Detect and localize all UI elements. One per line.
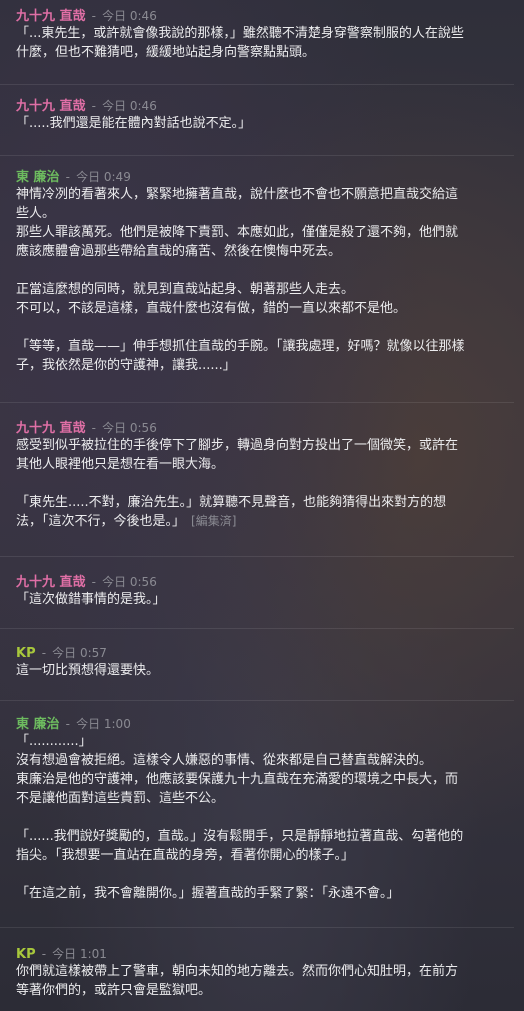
message-line: 那些人罪該萬死。他們是被降下責罰、本應如此，僅僅是殺了還不夠，他們就 [16, 225, 459, 240]
separator: - [65, 170, 70, 184]
author-name[interactable]: KP [16, 947, 36, 962]
author-name[interactable]: 九十九 直哉 [16, 9, 86, 24]
timestamp: 今日 1:00 [76, 717, 131, 731]
message-header: 東 廉治 - 今日 1:00 [16, 714, 508, 732]
separator: - [91, 9, 96, 23]
timestamp: 今日 0:56 [102, 575, 157, 589]
message-line: 「東先生.....不對，廉治先生。」就算聽不見聲音，也能夠猜得出來對方的想 [16, 495, 447, 510]
message-header: 九十九 直哉 - 今日 0:56 [16, 418, 508, 436]
message-line: 這一切比預想得還要快。 [16, 663, 160, 678]
message-line: 等著你們的，或許只會是監獄吧。 [16, 983, 212, 998]
message-line: 「.....我們還是能在體內對話也說不定。」 [16, 116, 252, 131]
message-line: 什麼，但也不難猜吧，緩緩地站起身向警察點點頭。 [16, 45, 316, 60]
message-divider [0, 700, 514, 701]
message-line: 子，我依然是你的守護神，讓我......」 [16, 358, 236, 373]
message: 東 廉治 - 今日 1:00 「............」 沒有想過會被拒絕。這… [0, 714, 524, 903]
timestamp: 今日 0:46 [102, 9, 157, 23]
message-header: KP - 今日 1:01 [16, 944, 508, 962]
message-text: 法，「這次不行，今後也是。」 [16, 514, 186, 529]
separator: - [65, 717, 70, 731]
author-name[interactable]: 九十九 直哉 [16, 99, 86, 114]
timestamp: 今日 0:49 [76, 170, 131, 184]
message: KP - 今日 0:57 這一切比預想得還要快。 [0, 643, 524, 680]
message-divider [0, 927, 514, 928]
message-divider [0, 155, 514, 156]
message-divider [0, 556, 514, 557]
message: KP - 今日 1:01 你們就這樣被帶上了警車，朝向未知的地方離去。然而你們心… [0, 944, 524, 1000]
message-line: 不可以，不該是這樣，直哉什麼也沒有做，錯的一直以來都不是他。 [16, 301, 407, 316]
message-line: 其他人眼裡他只是想在看一眼大海。 [16, 457, 225, 472]
author-name[interactable]: 九十九 直哉 [16, 575, 86, 590]
message-line: 你們就這樣被帶上了警車，朝向未知的地方離去。然而你們心知肚明，在前方 [16, 964, 459, 979]
separator: - [91, 99, 96, 113]
message-line: 「......我們說好獎勵的，直哉。」沒有鬆開手，只是靜靜地拉著直哉、勾著他的 [16, 829, 464, 844]
message: 九十九 直哉 - 今日 0:56 感受到似乎被拉住的手後停下了腳步，轉過身向對方… [0, 418, 524, 531]
message-line: 「在這之前，我不會離開你。」握著直哉的手緊了緊：「永遠不會。」 [16, 886, 400, 901]
message-line: 指尖。「我想要一直站在直哉的身旁，看著你開心的樣子。」 [16, 848, 355, 863]
message: 九十九 直哉 - 今日 0:46 「.....我們還是能在體內對話也說不定。」 [0, 96, 524, 133]
message-line: 「這次做錯事情的是我。」 [16, 592, 166, 607]
chat-log: 九十九 直哉 - 今日 0:46 「...東先生，或許就會像我說的那樣，」雖然聽… [0, 0, 524, 1011]
message-line: 「...東先生，或許就會像我說的那樣，」雖然聽不清楚身穿警察制服的人在說些 [16, 26, 464, 41]
message-divider [0, 628, 514, 629]
message-line: 法，「這次不行，今後也是。」 [編集済] [16, 512, 508, 531]
separator: - [41, 947, 47, 961]
author-name[interactable]: KP [16, 646, 36, 661]
message-line: 沒有想過會被拒絕。這樣令人嫌惡的事情、從來都是自己替直哉解決的。 [16, 753, 433, 768]
timestamp: 今日 1:01 [52, 947, 107, 961]
message-header: KP - 今日 0:57 [16, 643, 508, 661]
separator: - [91, 575, 96, 589]
author-name[interactable]: 東 廉治 [16, 170, 60, 185]
message-line: 不是讓他面對這些責罰、這些不公。 [16, 791, 225, 806]
message-header: 九十九 直哉 - 今日 0:56 [16, 572, 508, 590]
message-line: 神情冷冽的看著來人，緊緊地擁著直哉，說什麼也不會也不願意把直哉交給這 [16, 187, 459, 202]
message-line: 「等等，直哉——」伸手想抓住直哉的手腕。「讓我處理，好嗎？就像以往那樣 [16, 339, 465, 354]
message-divider [0, 84, 514, 85]
message-line: 東廉治是他的守護神，他應該要保護九十九直哉在充滿愛的環境之中長大，而 [16, 772, 459, 787]
message-header: 東 廉治 - 今日 0:49 [16, 167, 508, 185]
message-line: 些人。 [16, 206, 56, 221]
separator: - [41, 646, 47, 660]
separator: - [91, 421, 96, 435]
message-line: 正當這麼想的同時，就見到直哉站起身、朝著那些人走去。 [16, 282, 355, 297]
author-name[interactable]: 東 廉治 [16, 717, 60, 732]
message-header: 九十九 直哉 - 今日 0:46 [16, 96, 508, 114]
edited-marker: [編集済] [191, 514, 237, 528]
message: 九十九 直哉 - 今日 0:56 「這次做錯事情的是我。」 [0, 572, 524, 609]
message-line: 感受到似乎被拉住的手後停下了腳步，轉過身向對方投出了一個微笑，或許在 [16, 438, 459, 453]
author-name[interactable]: 九十九 直哉 [16, 421, 86, 436]
timestamp: 今日 0:46 [102, 99, 157, 113]
message-line: 應該應體會過那些帶給直哉的痛苦、然後在懊悔中死去。 [16, 244, 342, 259]
timestamp: 今日 0:57 [52, 646, 107, 660]
message-line: 「............」 [16, 734, 92, 749]
message-divider [0, 402, 514, 403]
message-header: 九十九 直哉 - 今日 0:46 [16, 6, 508, 24]
message: 東 廉治 - 今日 0:49 神情冷冽的看著來人，緊緊地擁著直哉，說什麼也不會也… [0, 167, 524, 375]
timestamp: 今日 0:56 [102, 421, 157, 435]
message: 九十九 直哉 - 今日 0:46 「...東先生，或許就會像我說的那樣，」雖然聽… [0, 6, 524, 62]
